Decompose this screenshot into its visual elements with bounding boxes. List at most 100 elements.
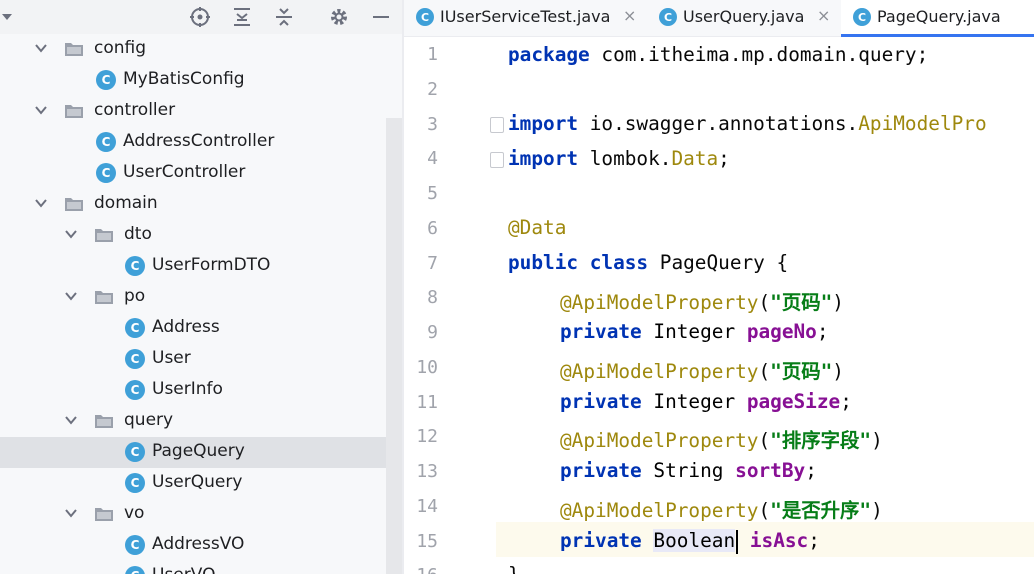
chevron-down-icon[interactable] xyxy=(64,226,78,240)
code-text: ( xyxy=(758,499,771,522)
line-number: 5 xyxy=(427,183,438,204)
code-line-12[interactable]: @ApiModelProperty("排序字段") xyxy=(560,424,883,453)
keyword: private xyxy=(560,320,642,343)
editor-tab-userquery-java[interactable]: C UserQuery.java × xyxy=(647,0,841,36)
gutter: 12345678910111213141516 xyxy=(404,37,496,574)
tree-item-address[interactable]: C Address xyxy=(0,313,402,344)
tree-item-mybatisconfig[interactable]: C MyBatisConfig xyxy=(0,65,402,96)
tree-item-domain[interactable]: domain xyxy=(0,189,402,220)
annotation: @ApiModelProperty xyxy=(560,360,759,383)
close-tab-icon[interactable]: × xyxy=(817,6,830,25)
crosshair-icon[interactable] xyxy=(189,6,211,28)
code-line-11[interactable]: private Integer pageSize; xyxy=(560,390,852,413)
tree-item-po[interactable]: po xyxy=(0,282,402,313)
gear-icon[interactable] xyxy=(328,6,350,28)
java-class-icon: C xyxy=(125,318,145,338)
tree-item-label: UserVO xyxy=(152,565,215,574)
type-name: Integer xyxy=(641,320,747,343)
tree-item-query[interactable]: query xyxy=(0,406,402,437)
tree-item-uservo[interactable]: C UserVO xyxy=(0,561,402,574)
close-tab-icon[interactable]: × xyxy=(623,6,636,25)
tree-item-dto[interactable]: dto xyxy=(0,220,402,251)
line-number: 8 xyxy=(427,287,438,309)
editor-tab-pagequery-java[interactable]: C PageQuery.java xyxy=(841,0,1034,37)
tree-item-userquery[interactable]: C UserQuery xyxy=(0,468,402,499)
panel-options-arrow-icon[interactable] xyxy=(0,6,18,28)
chevron-down-icon[interactable] xyxy=(34,102,48,116)
tree-item-user[interactable]: C User xyxy=(0,344,402,375)
code-text: } xyxy=(508,563,520,574)
java-class-icon: C xyxy=(96,163,116,183)
line-number: 14 xyxy=(416,495,438,517)
tree-item-usercontroller[interactable]: C UserController xyxy=(0,158,402,189)
project-toolbar xyxy=(0,0,402,34)
java-class-icon: C xyxy=(125,442,145,462)
java-class-icon: C xyxy=(659,8,677,26)
keyword: private xyxy=(560,390,642,413)
code-line-15[interactable]: private Boolean isAsc; xyxy=(560,529,820,554)
tree-item-label: User xyxy=(152,348,191,368)
code-line-3[interactable]: import io.swagger.annotations.ApiModelPr… xyxy=(508,112,987,135)
folder-icon xyxy=(94,414,114,429)
project-panel: config C MyBatisConfig controller C AddressCo… xyxy=(0,0,402,574)
code-line-6[interactable]: @Data xyxy=(508,216,566,239)
collapse-all-icon[interactable] xyxy=(273,6,295,28)
chevron-down-icon[interactable] xyxy=(64,412,78,426)
tree-item-label: Address xyxy=(152,317,220,337)
tree-item-userinfo[interactable]: C UserInfo xyxy=(0,375,402,406)
java-class-icon: C xyxy=(125,535,145,555)
chevron-down-icon[interactable] xyxy=(34,195,48,209)
folder-icon xyxy=(94,507,114,522)
line-number: 11 xyxy=(416,391,438,413)
tree-item-vo[interactable]: vo xyxy=(0,499,402,530)
code-text: ) xyxy=(871,499,883,522)
code-line-4[interactable]: import lombok.Data; xyxy=(508,147,730,170)
code-text: ; xyxy=(808,529,820,552)
imported-class: Data xyxy=(671,147,719,170)
minimize-icon[interactable] xyxy=(370,6,392,28)
keyword: private xyxy=(560,529,642,552)
folder-icon xyxy=(94,290,114,305)
code-line-7[interactable]: public class PageQuery { xyxy=(508,251,788,274)
fold-marker-icon[interactable] xyxy=(490,152,504,168)
annotation: @ApiModelProperty xyxy=(560,291,759,314)
field-name: isAsc xyxy=(749,529,809,552)
tree-item-label: vo xyxy=(124,503,145,523)
tree-item-config[interactable]: config xyxy=(0,34,402,65)
code-line-8[interactable]: @ApiModelProperty("页码") xyxy=(560,286,844,315)
tree-item-label: UserQuery xyxy=(152,472,243,492)
type-name: Integer xyxy=(641,390,747,413)
fold-marker-icon[interactable] xyxy=(490,117,504,133)
code-text: ; xyxy=(718,147,730,170)
tree-item-userformdto[interactable]: C UserFormDTO xyxy=(0,251,402,282)
annotation: @ApiModelProperty xyxy=(560,429,759,452)
code-line-13[interactable]: private String sortBy; xyxy=(560,459,817,482)
editor-tab-iuserservicetest-java[interactable]: C IUserServiceTest.java × xyxy=(404,0,647,36)
code-text: ; xyxy=(840,390,852,413)
code-line-1[interactable]: package com.itheima.mp.domain.query; xyxy=(508,43,928,66)
chevron-down-icon[interactable] xyxy=(64,505,78,519)
code-line-16[interactable]: } xyxy=(508,563,520,574)
tree-item-label: MyBatisConfig xyxy=(123,69,245,89)
string-literal: "页码" xyxy=(770,291,833,314)
tree-item-controller[interactable]: controller xyxy=(0,96,402,127)
tree-item-label: config xyxy=(94,38,147,58)
keyword: import xyxy=(508,112,579,135)
tree-item-addressvo[interactable]: C AddressVO xyxy=(0,530,402,561)
line-number: 15 xyxy=(416,530,438,552)
expand-all-icon[interactable] xyxy=(231,6,253,28)
string-literal: "排序字段" xyxy=(770,429,872,452)
line-number: 1 xyxy=(427,44,438,65)
code-line-10[interactable]: @ApiModelProperty("页码") xyxy=(560,355,844,384)
line-number: 16 xyxy=(404,565,438,574)
java-class-icon: C xyxy=(125,380,145,400)
code-line-14[interactable]: @ApiModelProperty("是否升序") xyxy=(560,494,883,523)
tree-scrollbar[interactable] xyxy=(386,118,402,574)
tree-item-pagequery[interactable]: C PageQuery xyxy=(0,437,402,468)
code-line-9[interactable]: private Integer pageNo; xyxy=(560,320,829,343)
annotation: @ApiModelProperty xyxy=(560,499,759,522)
chevron-down-icon[interactable] xyxy=(34,40,48,54)
chevron-down-icon[interactable] xyxy=(64,288,78,302)
tree-item-addresscontroller[interactable]: C AddressController xyxy=(0,127,402,158)
code-text: ) xyxy=(832,291,844,314)
